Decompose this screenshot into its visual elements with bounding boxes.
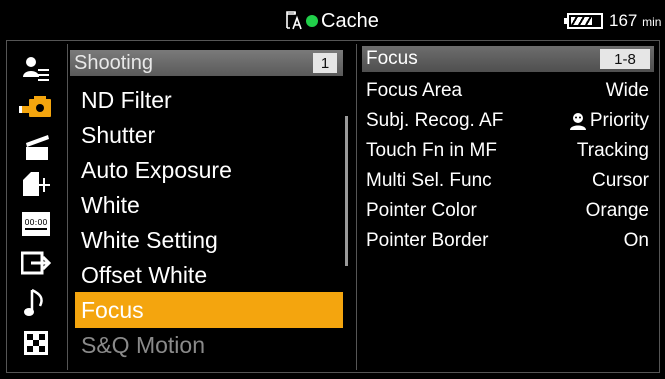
- setting-value: Tracking: [576, 140, 649, 161]
- setting-value-group: Priority: [568, 110, 649, 132]
- output-icon[interactable]: [7, 244, 65, 282]
- setting-value: On: [623, 230, 649, 251]
- battery-icon: [564, 13, 603, 29]
- battery-remaining: 167 min: [609, 11, 661, 31]
- battery-indicator: 167 min: [564, 11, 661, 31]
- menu-item-focus[interactable]: Focus: [75, 292, 343, 328]
- audio-note-icon[interactable]: [7, 284, 65, 322]
- category-icon-rail: 00:00: [7, 48, 65, 368]
- setting-row-subj-recog-af[interactable]: Subj. Recog. AF Priority: [366, 106, 649, 136]
- battery-remaining-value: 167: [609, 11, 638, 30]
- setting-label: Subj. Recog. AF: [366, 110, 504, 131]
- status-bar: Cache 167 min: [0, 0, 665, 40]
- menu-item-label: Offset White: [81, 261, 208, 288]
- battery-level-fill: [571, 17, 592, 25]
- setting-row-multi-sel-func[interactable]: Multi Sel. Func Cursor: [366, 166, 649, 196]
- menu-item-label: Auto Exposure: [81, 156, 232, 183]
- menu-item-shutter[interactable]: Shutter: [75, 117, 343, 153]
- menu-item-white[interactable]: White: [75, 187, 343, 223]
- setting-value: Orange: [585, 200, 649, 221]
- menu-item-white-setting[interactable]: White Setting: [75, 222, 343, 258]
- media-card-icon: [286, 11, 302, 30]
- user-menu-icon[interactable]: [7, 50, 65, 88]
- menu-header: Shooting 1: [70, 50, 343, 76]
- setting-row-touch-fn-in-mf[interactable]: Touch Fn in MF Tracking: [366, 136, 649, 166]
- rail-separator: [67, 44, 68, 370]
- panel-header-title: Focus: [366, 48, 418, 69]
- setting-label: Pointer Border: [366, 230, 489, 251]
- menu-page-badge: 1: [313, 53, 337, 73]
- menu-scrollbar[interactable]: [345, 80, 348, 370]
- setting-value: Wide: [605, 80, 649, 101]
- menu-item-label: White Setting: [81, 226, 218, 253]
- menu-item-label: Focus: [81, 296, 144, 323]
- recording-indicator-icon: [306, 15, 318, 27]
- menu-header-title: Shooting: [74, 51, 153, 74]
- setting-label: Focus Area: [366, 80, 463, 101]
- setting-row-pointer-color[interactable]: Pointer Color Orange: [366, 196, 649, 226]
- menu-item-auto-exposure[interactable]: Auto Exposure: [75, 152, 343, 188]
- media-settings-icon[interactable]: [7, 165, 65, 203]
- panel-page-badge: 1-8: [600, 49, 650, 69]
- clapperboard-icon[interactable]: [7, 127, 65, 165]
- face-recognition-icon: [569, 113, 586, 130]
- setting-row-pointer-border[interactable]: Pointer Border On: [366, 226, 649, 256]
- setting-value: Priority: [589, 110, 649, 131]
- menu-item-label: White: [81, 191, 140, 218]
- menu-item-label: ND Filter: [81, 86, 172, 113]
- status-title-group: Cache: [284, 9, 379, 33]
- camera-shooting-icon[interactable]: [7, 89, 65, 127]
- menu-item-nd-filter[interactable]: ND Filter: [75, 82, 343, 118]
- setting-label: Touch Fn in MF: [366, 140, 497, 161]
- setting-label: Multi Sel. Func: [366, 170, 492, 191]
- battery-remaining-unit: min: [642, 15, 662, 29]
- panel-separator: [356, 44, 357, 370]
- setting-row-focus-area[interactable]: Focus Area Wide: [366, 76, 649, 106]
- timecode-icon[interactable]: 00:00: [7, 205, 65, 243]
- menu-item-label: S&Q Motion: [81, 331, 205, 358]
- menu-item-sq-motion[interactable]: S&Q Motion: [75, 327, 343, 363]
- panel-header: Focus 1-8: [362, 46, 654, 72]
- status-title: Cache: [321, 9, 379, 32]
- setting-value: Cursor: [591, 170, 649, 191]
- setting-label: Pointer Color: [366, 200, 477, 221]
- menu-scrollbar-thumb[interactable]: [345, 116, 348, 266]
- svg-text:00:00: 00:00: [24, 218, 47, 227]
- menu-item-label: Shutter: [81, 121, 156, 148]
- grid-settings-icon[interactable]: [7, 324, 65, 362]
- menu-item-offset-white[interactable]: Offset White: [75, 257, 343, 293]
